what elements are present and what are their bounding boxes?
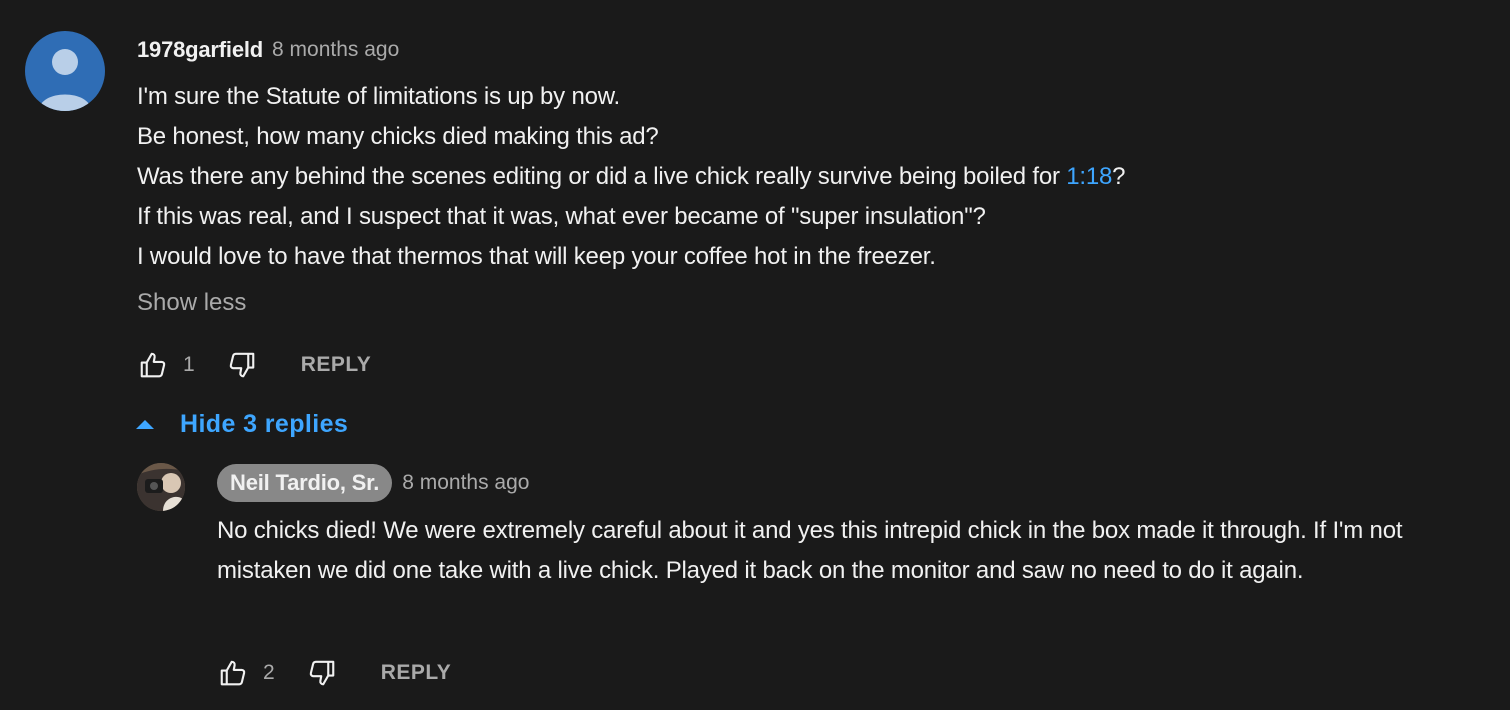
reply-reply-button[interactable]: REPLY: [381, 661, 452, 685]
reply-header: Neil Tardio, Sr. 8 months ago: [217, 464, 529, 502]
comment-line: I would love to have that thermos that w…: [137, 243, 936, 270]
timestamp-link[interactable]: 1:18: [1066, 163, 1112, 190]
comment-timestamp[interactable]: 8 months ago: [272, 38, 399, 62]
profile-photo-icon: [137, 463, 185, 511]
author-name[interactable]: 1978garfield: [137, 37, 263, 63]
comment-actions: 1 REPLY: [136, 345, 371, 385]
default-user-icon: [39, 49, 91, 111]
thumbs-down-icon: [309, 660, 334, 686]
thumbs-up-icon: [140, 352, 166, 378]
reply-button[interactable]: REPLY: [301, 353, 372, 377]
show-less-button[interactable]: Show less: [137, 285, 246, 321]
hide-replies-button[interactable]: Hide 3 replies: [135, 404, 348, 444]
dislike-button[interactable]: [225, 348, 259, 382]
reply-dislike-button[interactable]: [305, 656, 339, 690]
reply-actions: 2 REPLY: [216, 653, 451, 693]
hide-replies-label: Hide 3 replies: [180, 409, 349, 438]
caret-up-icon: [136, 420, 154, 429]
creator-author-chip[interactable]: Neil Tardio, Sr.: [217, 464, 393, 502]
comment-thread: 1978garfield 8 months ago I'm sure the S…: [0, 0, 1510, 710]
like-count: 1: [183, 353, 195, 376]
like-button[interactable]: [136, 348, 170, 382]
reply-text: No chicks died! We were extremely carefu…: [217, 517, 1403, 584]
avatar[interactable]: [25, 31, 105, 111]
comment-line: I'm sure the Statute of limitations is u…: [137, 83, 621, 110]
comment-header: 1978garfield 8 months ago: [137, 34, 399, 66]
comment-line: Be honest, how many chicks died making t…: [137, 123, 659, 150]
thumbs-down-icon: [229, 352, 254, 378]
comment-line-text: Was there any behind the scenes editing …: [137, 163, 1067, 190]
reply-like-button[interactable]: [216, 656, 250, 690]
reply-timestamp[interactable]: 8 months ago: [402, 471, 529, 495]
thumbs-up-icon: [220, 660, 246, 686]
comment-text: I'm sure the Statute of limitations is u…: [137, 77, 1477, 277]
comment-line-suffix: ?: [1112, 163, 1126, 190]
reply-like-count: 2: [263, 661, 275, 684]
comment-line: If this was real, and I suspect that it …: [137, 203, 986, 230]
comment-line: Was there any behind the scenes editing …: [137, 157, 1477, 197]
reply-avatar[interactable]: [137, 463, 185, 511]
